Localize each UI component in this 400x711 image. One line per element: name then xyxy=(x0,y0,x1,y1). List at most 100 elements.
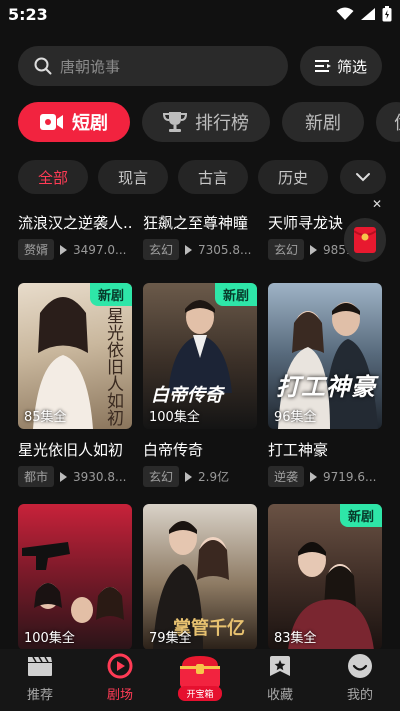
genre-tag: 都市 xyxy=(18,466,55,487)
episode-count: 100集全 xyxy=(149,410,200,425)
tab-label: 排行榜 xyxy=(195,113,249,134)
drama-poster: 白帝传奇 新剧 100集全 xyxy=(143,283,257,429)
tab-ranking[interactable]: 排行榜 xyxy=(142,102,270,142)
chevron-down-icon xyxy=(356,173,370,182)
red-envelope-icon xyxy=(354,227,376,253)
drama-poster: 100集全 xyxy=(18,504,132,650)
signal-icon xyxy=(361,8,375,20)
battery-icon xyxy=(382,6,392,22)
drama-card[interactable]: 流浪汉之逆袭人... 赘婿 3497.0... xyxy=(18,202,132,260)
play-count: 9719.6... xyxy=(323,469,377,484)
drama-poster: 打工神豪 96集全 xyxy=(268,283,382,429)
tab-label: 优 xyxy=(394,109,400,135)
clapperboard-icon xyxy=(27,654,53,678)
nav-favorites[interactable]: 收藏 xyxy=(240,649,320,711)
nav-theater[interactable]: 剧场 xyxy=(80,649,160,711)
search-row: 唐朝诡事 筛选 xyxy=(18,46,382,86)
treasure-box-button[interactable]: 开宝箱 xyxy=(176,652,224,701)
nav-label: 收藏 xyxy=(266,688,293,703)
search-icon xyxy=(34,57,52,75)
genre-tag: 赘婿 xyxy=(18,239,55,260)
drama-title: 打工神豪 xyxy=(268,441,329,459)
star-box-icon xyxy=(268,654,292,678)
play-count: 3497.0... xyxy=(73,242,127,257)
status-time: 5:23 xyxy=(8,5,48,24)
drama-title: 狂飙之至尊神瞳 xyxy=(143,214,249,232)
nav-recommend[interactable]: 推荐 xyxy=(0,649,80,711)
tab-label: 短剧 xyxy=(72,113,108,134)
wifi-icon xyxy=(336,7,354,20)
drama-grid: 流浪汉之逆袭人... 赘婿 3497.0... 狂飙之至尊神瞳 玄幻 7305.… xyxy=(18,202,382,652)
play-count: 3930.8... xyxy=(73,469,127,484)
drama-card[interactable]: 星光依旧人如初 新剧 85集全 星光依旧人如初 都市 3930.8... xyxy=(18,283,132,487)
play-circle-icon xyxy=(107,653,133,679)
new-badge: 新剧 xyxy=(339,504,382,527)
filter-button[interactable]: 筛选 xyxy=(300,46,382,86)
episode-count: 79集全 xyxy=(149,631,192,646)
smile-icon xyxy=(347,654,373,678)
drama-poster: 掌管千亿 79集全 xyxy=(143,504,257,650)
tab-premium[interactable]: 优 xyxy=(376,102,400,142)
play-count: 7305.8... xyxy=(198,242,252,257)
search-placeholder: 唐朝诡事 xyxy=(60,57,121,76)
drama-card[interactable]: 狂飙之至尊神瞳 玄幻 7305.8... xyxy=(143,202,257,260)
drama-card[interactable]: 白帝传奇 新剧 100集全 白帝传奇 玄幻 2.9亿 xyxy=(143,283,257,487)
poster-title: 打工神豪 xyxy=(276,373,376,401)
drama-meta: 玄幻 7305.8... xyxy=(143,239,257,260)
poster-title: 白帝传奇 xyxy=(151,385,223,406)
chips-expand-button[interactable] xyxy=(340,160,386,194)
drama-poster: 新剧 83集全 xyxy=(268,504,382,650)
drama-title: 流浪汉之逆袭人... xyxy=(18,214,132,232)
episode-count: 83集全 xyxy=(274,631,317,646)
drama-meta: 都市 3930.8... xyxy=(18,466,132,487)
nav-profile[interactable]: 我的 xyxy=(320,649,400,711)
category-tabs: 短剧 排行榜 新剧 优 xyxy=(18,102,400,142)
nav-label: 剧场 xyxy=(106,688,133,703)
search-input[interactable]: 唐朝诡事 xyxy=(18,46,288,86)
genre-tag: 逆袭 xyxy=(268,466,305,487)
genre-tag: 玄幻 xyxy=(143,466,180,487)
chip-all[interactable]: 全部 xyxy=(18,160,88,194)
drama-title: 白帝传奇 xyxy=(143,441,204,459)
drama-meta: 赘婿 3497.0... xyxy=(18,239,132,260)
poster-title: 星光依旧人如初 xyxy=(103,307,123,426)
status-icons xyxy=(336,6,392,22)
play-count: 2.9亿 xyxy=(198,470,230,484)
chip-ancient-romance[interactable]: 古言 xyxy=(178,160,248,194)
play-count-icon xyxy=(60,471,68,482)
filter-icon xyxy=(314,60,331,72)
drama-card[interactable]: 新剧 83集全 xyxy=(268,504,382,650)
filter-label: 筛选 xyxy=(336,57,367,76)
play-count-icon xyxy=(310,244,318,255)
play-count-icon xyxy=(185,471,193,482)
close-icon[interactable]: ✕ xyxy=(372,197,382,211)
play-count-icon xyxy=(310,471,318,482)
new-badge: 新剧 xyxy=(214,283,257,306)
video-icon xyxy=(40,114,63,130)
chip-history[interactable]: 历史 xyxy=(258,160,328,194)
drama-title: 星光依旧人如初 xyxy=(18,441,124,459)
play-count-icon xyxy=(185,244,193,255)
treasure-label: 开宝箱 xyxy=(178,686,222,701)
trophy-icon xyxy=(163,112,187,132)
tab-new-drama[interactable]: 新剧 xyxy=(282,102,364,142)
drama-card[interactable]: 掌管千亿 79集全 xyxy=(143,504,257,650)
tab-short-drama[interactable]: 短剧 xyxy=(18,102,130,142)
genre-tag: 玄幻 xyxy=(143,239,180,260)
status-bar: 5:23 xyxy=(0,0,400,30)
episode-count: 96集全 xyxy=(274,410,317,425)
red-envelope-button[interactable] xyxy=(344,218,386,262)
nav-label: 我的 xyxy=(346,688,373,703)
new-badge: 新剧 xyxy=(89,283,132,306)
tab-label: 新剧 xyxy=(305,113,341,134)
nav-label: 推荐 xyxy=(26,688,53,703)
drama-card[interactable]: 100集全 xyxy=(18,504,132,650)
genre-chips: 全部 现言 古言 历史 xyxy=(18,160,400,194)
drama-meta: 玄幻 2.9亿 xyxy=(143,466,257,487)
play-count-icon xyxy=(60,244,68,255)
drama-meta: 逆袭 9719.6... xyxy=(268,466,382,487)
drama-card[interactable]: 打工神豪 96集全 打工神豪 逆袭 9719.6... xyxy=(268,283,382,487)
episode-count: 85集全 xyxy=(24,410,67,425)
genre-tag: 玄幻 xyxy=(268,239,305,260)
chip-modern-romance[interactable]: 现言 xyxy=(98,160,168,194)
